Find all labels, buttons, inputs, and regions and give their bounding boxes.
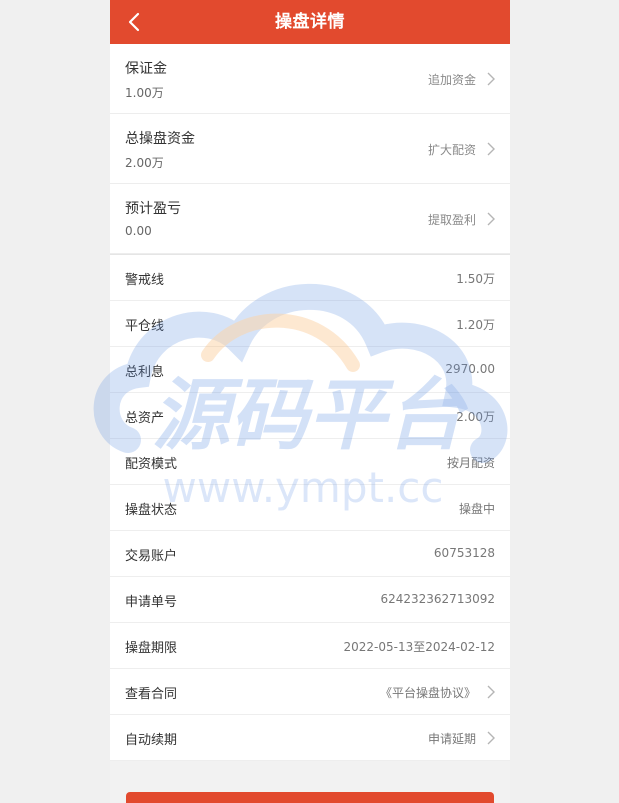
row-label: 总利息 bbox=[125, 365, 165, 380]
row-value: 2970.00 bbox=[445, 362, 495, 376]
total-interest-row: 总利息 2970.00 bbox=[110, 347, 510, 393]
expected-pnl-row[interactable]: 预计盈亏 0.00 提取盈利 bbox=[110, 184, 510, 254]
expected-pnl-value: 0.00 bbox=[125, 224, 152, 238]
margin-value: 1.00万 bbox=[125, 86, 164, 100]
row-value: 操盘中 bbox=[458, 502, 495, 516]
row-value: 1.20万 bbox=[456, 318, 495, 332]
trading-period-row: 操盘期限 2022-05-13至2024-02-12 bbox=[110, 623, 510, 669]
chevron-right-icon bbox=[487, 731, 495, 745]
fund-actions-section: 保证金 1.00万 追加资金 总操盘资金 2.00万 扩大配资 预计盈亏 0.0… bbox=[110, 44, 510, 254]
row-label: 警戒线 bbox=[125, 273, 165, 288]
row-value: 2022-05-13至2024-02-12 bbox=[343, 640, 495, 654]
total-assets-row: 总资产 2.00万 bbox=[110, 393, 510, 439]
nav-header: 操盘详情 bbox=[110, 0, 510, 44]
row-label: 交易账户 bbox=[125, 549, 178, 564]
trading-account-row: 交易账户 60753128 bbox=[110, 531, 510, 577]
row-value: 按月配资 bbox=[446, 456, 495, 470]
bottom-action-button[interactable] bbox=[126, 792, 494, 803]
view-contract-row[interactable]: 查看合同 《平台操盘协议》 bbox=[110, 669, 510, 715]
margin-row[interactable]: 保证金 1.00万 追加资金 bbox=[110, 44, 510, 114]
margin-label: 保证金 bbox=[125, 61, 167, 77]
row-value: 2.00万 bbox=[456, 410, 495, 424]
contract-link[interactable]: 《平台操盘协议》 bbox=[380, 684, 476, 701]
row-label: 总资产 bbox=[125, 411, 165, 426]
withdraw-profit-link[interactable]: 提取盈利 bbox=[428, 211, 476, 228]
add-funds-link[interactable]: 追加资金 bbox=[428, 71, 476, 88]
page-title: 操盘详情 bbox=[275, 12, 345, 32]
row-value: 624232362713092 bbox=[380, 592, 495, 606]
chevron-right-icon bbox=[487, 685, 495, 699]
total-capital-value: 2.00万 bbox=[125, 156, 164, 170]
phone-screen: 操盘详情 保证金 1.00万 追加资金 总操盘资金 2.00万 扩大配资 预计盈 bbox=[110, 0, 510, 803]
order-number-row: 申请单号 624232362713092 bbox=[110, 577, 510, 623]
row-label: 配资模式 bbox=[125, 457, 178, 472]
warning-line-row: 警戒线 1.50万 bbox=[110, 255, 510, 301]
row-value: 1.50万 bbox=[456, 272, 495, 286]
row-value: 60753128 bbox=[433, 546, 495, 560]
apply-extension-link[interactable]: 申请延期 bbox=[428, 730, 476, 747]
chevron-right-icon bbox=[487, 212, 495, 226]
row-label: 平仓线 bbox=[125, 319, 165, 334]
detail-list: 警戒线 1.50万 平仓线 1.20万 总利息 2970.00 总资产 2.00… bbox=[110, 255, 510, 761]
row-label: 操盘期限 bbox=[125, 641, 178, 656]
liquidation-line-row: 平仓线 1.20万 bbox=[110, 301, 510, 347]
row-label: 查看合同 bbox=[125, 687, 178, 702]
trading-status-row: 操盘状态 操盘中 bbox=[110, 485, 510, 531]
expected-pnl-label: 预计盈亏 bbox=[125, 201, 181, 217]
total-capital-row[interactable]: 总操盘资金 2.00万 扩大配资 bbox=[110, 114, 510, 184]
row-label: 申请单号 bbox=[125, 595, 178, 610]
chevron-right-icon bbox=[487, 142, 495, 156]
expand-leverage-link[interactable]: 扩大配资 bbox=[428, 141, 476, 158]
chevron-right-icon bbox=[487, 72, 495, 86]
row-label: 自动续期 bbox=[125, 733, 178, 748]
total-capital-label: 总操盘资金 bbox=[125, 131, 195, 147]
leverage-mode-row: 配资模式 按月配资 bbox=[110, 439, 510, 485]
row-label: 操盘状态 bbox=[125, 503, 178, 518]
page: 操盘详情 保证金 1.00万 追加资金 总操盘资金 2.00万 扩大配资 预计盈 bbox=[0, 0, 619, 803]
auto-renew-row[interactable]: 自动续期 申请延期 bbox=[110, 715, 510, 761]
